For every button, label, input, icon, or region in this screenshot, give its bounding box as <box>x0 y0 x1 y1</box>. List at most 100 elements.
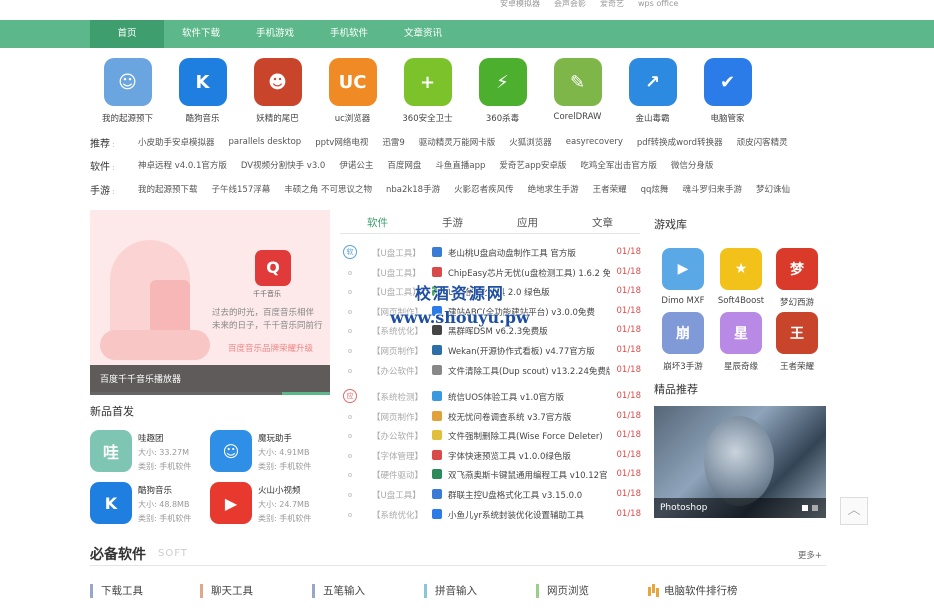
new-app-name[interactable]: 酷狗音乐 <box>138 484 172 496</box>
row-category[interactable]: 【字体管理】 <box>372 450 423 462</box>
new-app-item[interactable]: K 酷狗音乐 大小: 48.8MB 类别: 手机软件 <box>90 482 210 528</box>
new-app-name[interactable]: 火山小视频 <box>258 484 301 496</box>
game-icon[interactable]: 崩 <box>662 312 704 354</box>
tag-link[interactable]: pptv网络电视 <box>315 136 368 148</box>
game-icon[interactable]: 星 <box>720 312 762 354</box>
row-title[interactable]: 小鱼儿yr系统封装优化设置辅助工具 <box>448 509 610 521</box>
row-category[interactable]: 【U盘工具】 <box>372 247 421 259</box>
tag-link[interactable]: 顽皮闪客精灵 <box>737 136 788 148</box>
row-category[interactable]: 【系统优化】 <box>372 325 423 337</box>
app-item[interactable]: ✔ 电脑管家 <box>690 58 765 124</box>
tag-link[interactable]: 绝地求生手游 <box>528 183 579 195</box>
list-row[interactable]: 【U盘工具】 群联主控U盘格式化工具 v3.15.0.0 01/18 <box>340 486 645 504</box>
tag-link[interactable]: 伊诺公主 <box>339 159 373 171</box>
new-app-name[interactable]: 哇趣团 <box>138 432 164 444</box>
slider-dot[interactable] <box>812 505 818 511</box>
game-name[interactable]: Soft4Boost <box>712 296 770 306</box>
back-to-top-button[interactable]: ︿ <box>840 497 868 525</box>
app-item[interactable]: ✎ CorelDRAW <box>540 58 615 124</box>
more-link[interactable]: 更多+ <box>798 549 822 561</box>
list-row[interactable]: 【硬件驱动】 双飞燕奥斯卡键鼠通用编程工具 v10.12官 01/18 <box>340 466 645 484</box>
tag-link[interactable]: 丰硕之角 不可思议之物 <box>284 183 372 195</box>
new-app-name[interactable]: 魔玩助手 <box>258 432 292 444</box>
row-title[interactable]: 统信UOS体验工具 v1.0官方版 <box>448 391 610 403</box>
tag-link[interactable]: 爱奇艺app安卓版 <box>499 159 566 171</box>
app-item[interactable]: K 酷狗音乐 <box>165 58 240 124</box>
row-title[interactable]: Wekan(开源协作式看板) v4.77官方版 <box>448 345 610 357</box>
app-item[interactable]: +360安全卫士 <box>390 58 465 124</box>
new-app-icon[interactable]: ☺ <box>210 430 252 472</box>
app-icon[interactable]: ☺ <box>103 58 152 106</box>
top-link[interactable]: 安卓模拟器 <box>500 0 540 10</box>
tab-2[interactable]: 应用 <box>490 212 565 233</box>
row-title[interactable]: 校无忧问卷调查系统 v3.7官方版 <box>448 411 610 423</box>
game-icon[interactable]: ★ <box>720 248 762 290</box>
row-title[interactable]: 黑群晖DSM v6.2.3免费版 <box>448 325 610 337</box>
tab-3[interactable]: 文章 <box>565 212 640 233</box>
app-item[interactable]: ☺ 我的起源预下 <box>90 58 165 124</box>
game-name[interactable]: 星辰奇缘 <box>712 360 770 372</box>
row-title[interactable]: 字体快速预览工具 v1.0.0绿色版 <box>448 450 610 462</box>
tab-0[interactable]: 软件 <box>340 212 415 233</box>
row-category[interactable]: 【系统优化】 <box>372 509 423 521</box>
list-row[interactable]: 【网页制作】 Wekan(开源协作式看板) v4.77官方版 01/18 <box>340 342 645 360</box>
new-app-icon[interactable]: 哇 <box>90 430 132 472</box>
app-name[interactable]: 电脑管家 <box>690 112 765 124</box>
nav-item[interactable]: 首页 <box>90 20 164 48</box>
tag-link[interactable]: 吃鸡全军出击官方版 <box>580 159 657 171</box>
app-name[interactable]: 妖精的尾巴 <box>240 112 315 124</box>
row-title[interactable]: ChipEasy芯片无忧(u盘检测工具) 1.6.2 免 <box>448 267 610 279</box>
row-category[interactable]: 【系统检测】 <box>372 391 423 403</box>
nav-item[interactable]: 手机游戏 <box>238 20 312 48</box>
tag-link[interactable]: 百度网盘 <box>387 159 421 171</box>
tag-link[interactable]: 火影忍者疾风传 <box>454 183 514 195</box>
tag-link[interactable]: parallels desktop <box>229 137 302 147</box>
app-item[interactable]: ↗ 金山毒霸 <box>615 58 690 124</box>
game-item[interactable]: 崩崩坏3手游 <box>654 312 712 372</box>
row-title[interactable]: 文件清除工具(Dup scout) v13.2.24免费版 <box>448 365 610 377</box>
app-item[interactable]: UC uc浏览器 <box>315 58 390 124</box>
soft-category-link[interactable]: 网页浏览 <box>536 584 589 598</box>
new-app-item[interactable]: ☺ 魔玩助手 大小: 4.91MB 类别: 手机软件 <box>210 430 330 476</box>
game-item[interactable]: 星星辰奇缘 <box>712 312 770 372</box>
row-title[interactable]: 老山桃U盘启动盘制作工具 官方版 <box>448 247 610 259</box>
app-name[interactable]: uc浏览器 <box>315 112 390 124</box>
tag-link[interactable]: 王者荣耀 <box>593 183 627 195</box>
list-row[interactable]: 【U盘工具】 老山桃U盘启动盘制作工具 官方版 01/18 <box>340 244 645 262</box>
tag-link[interactable]: 斗鱼直播app <box>435 159 485 171</box>
soft-category-link[interactable]: 拼音输入 <box>424 584 477 598</box>
row-category[interactable]: 【网页制作】 <box>372 345 423 357</box>
list-row[interactable]: 【U盘工具】 ChipEasy芯片无忧(u盘检测工具) 1.6.2 免 01/18 <box>340 264 645 282</box>
row-category[interactable]: 【U盘工具】 <box>372 267 421 279</box>
tag-link[interactable]: 神卓远程 v4.0.1官方版 <box>138 159 227 171</box>
app-icon[interactable]: ⚡ <box>478 58 527 106</box>
top-link[interactable]: 爱奇艺 <box>600 0 624 10</box>
game-name[interactable]: 梦幻西游 <box>768 296 826 308</box>
new-app-item[interactable]: 哇哇趣团 大小: 33.27M 类别: 手机软件 <box>90 430 210 476</box>
slider-dot[interactable] <box>802 505 808 511</box>
tag-link[interactable]: 梦幻诛仙 <box>756 183 790 195</box>
game-name[interactable]: 王者荣耀 <box>768 360 826 372</box>
tag-link[interactable]: pdf转换成word转换器 <box>637 136 723 148</box>
tag-link[interactable]: 子午线157浮幕 <box>212 183 271 195</box>
row-category[interactable]: 【U盘工具】 <box>372 489 421 501</box>
list-row[interactable]: 【办公软件】 文件强制删除工具(Wise Force Deleter) 01/18 <box>340 427 645 445</box>
game-icon[interactable]: 梦 <box>776 248 818 290</box>
tag-link[interactable]: 我的起源预下载 <box>138 183 198 195</box>
list-row[interactable]: 【系统优化】 小鱼儿yr系统封装优化设置辅助工具 01/18 <box>340 506 645 524</box>
nav-item[interactable]: 软件下载 <box>164 20 238 48</box>
new-app-item[interactable]: ▶ 火山小视频 大小: 24.7MB 类别: 手机软件 <box>210 482 330 528</box>
tag-link[interactable]: 魂斗罗归来手游 <box>682 183 742 195</box>
game-name[interactable]: Dimo MXF <box>654 296 712 306</box>
app-name[interactable]: 金山毒霸 <box>615 112 690 124</box>
row-title[interactable]: 文件强制删除工具(Wise Force Deleter) <box>448 430 610 442</box>
app-name[interactable]: 360杀毒 <box>465 112 540 124</box>
rank-link[interactable]: 电脑软件排行榜 <box>648 584 738 598</box>
featured-slider[interactable]: Photoshop <box>654 406 826 518</box>
tag-link[interactable]: 微信分身版 <box>671 159 714 171</box>
game-name[interactable]: 崩坏3手游 <box>654 360 712 372</box>
app-icon[interactable]: ↗ <box>628 58 677 106</box>
game-item[interactable]: 王王者荣耀 <box>768 312 826 372</box>
nav-item[interactable]: 文章资讯 <box>386 20 460 48</box>
app-item[interactable]: ☻ 妖精的尾巴 <box>240 58 315 124</box>
